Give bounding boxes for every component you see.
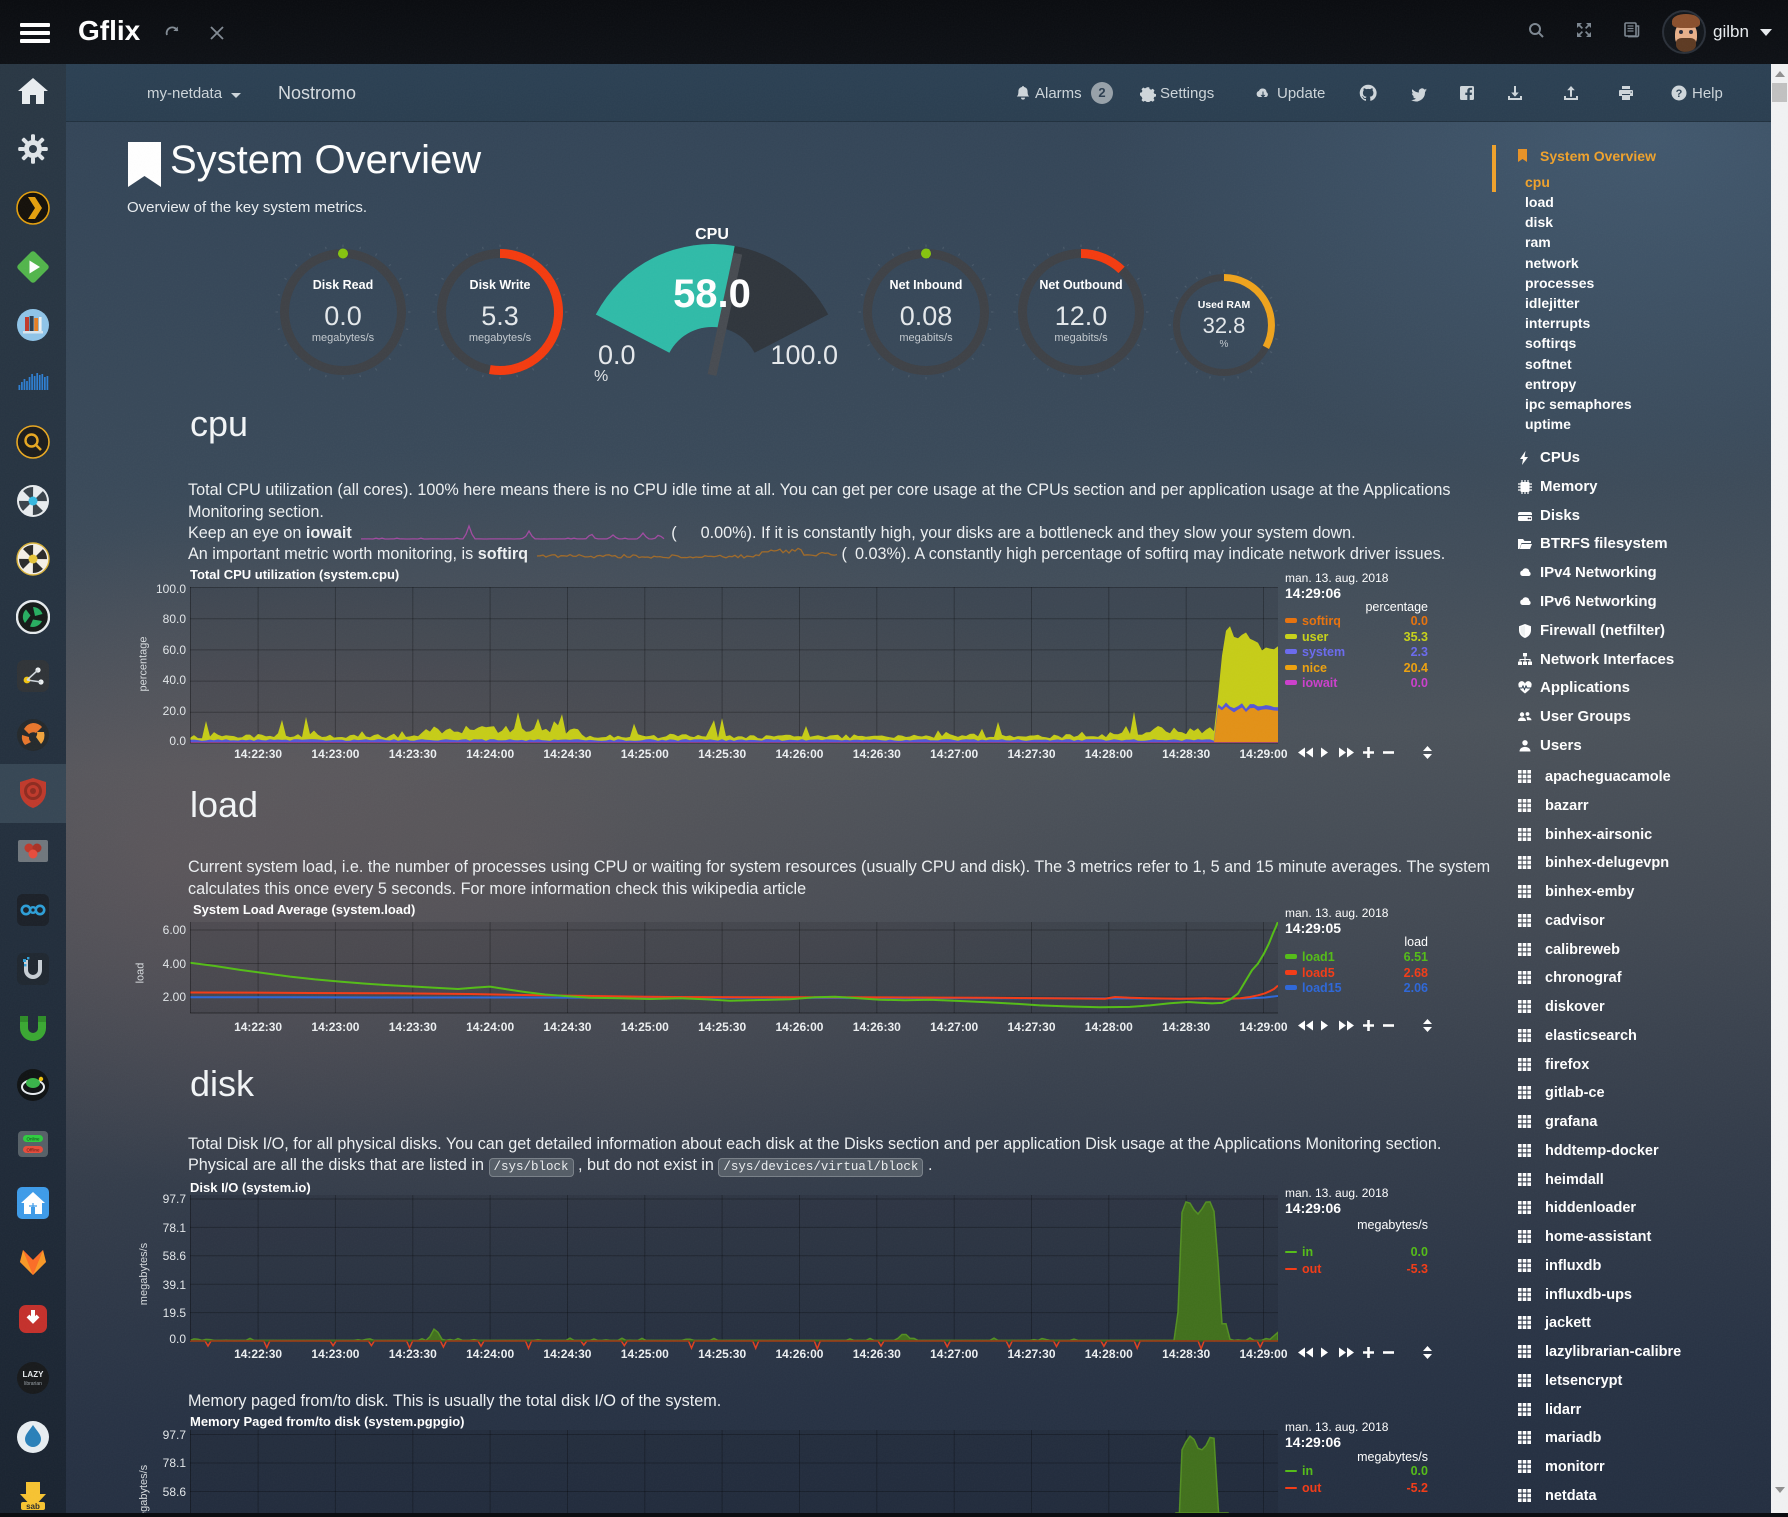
svg-text:sab: sab — [26, 1502, 40, 1511]
svg-text:Offline: Offline — [27, 1147, 40, 1152]
svg-text:?: ? — [1676, 88, 1683, 100]
svg-text:LAZY: LAZY — [23, 1370, 45, 1379]
svg-text:Online: Online — [26, 1136, 40, 1141]
svg-text:librarian: librarian — [24, 1381, 42, 1387]
